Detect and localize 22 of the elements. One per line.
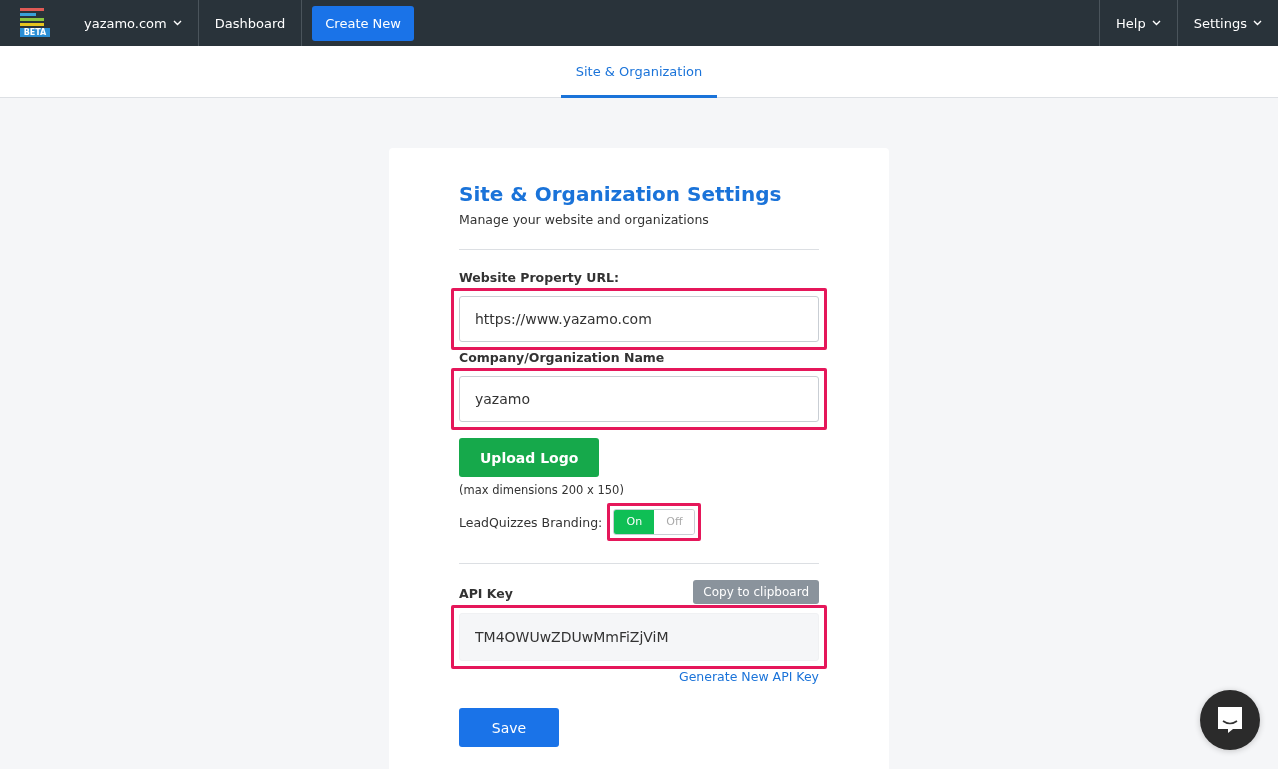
api-key-field[interactable]: TM4OWUwZDUwMmFiZjViM: [459, 613, 819, 661]
page-subtitle: Manage your website and organizations: [459, 212, 710, 227]
upload-logo-button[interactable]: Upload Logo: [459, 438, 600, 477]
caret-icon: [172, 20, 182, 26]
create-new-button[interactable]: Create New: [312, 5, 414, 41]
field-label: Company/Organization Name: [459, 350, 666, 365]
generate-api-key-link[interactable]: Generate New API Key: [679, 669, 819, 684]
chat-bubble-icon: [1215, 705, 1245, 735]
field-label: Website Property URL:: [459, 270, 621, 285]
branding-label: LeadQuizzes Branding:: [459, 514, 603, 530]
save-button[interactable]: Save: [459, 708, 559, 747]
text-input-field[interactable]: yazamo: [459, 376, 819, 422]
upload-note: (max dimensions 200 x 150): [459, 483, 625, 497]
field-label: API Key: [459, 586, 513, 601]
text-input-field[interactable]: https://www.yazamo.com: [459, 296, 819, 342]
caret-icon: [1151, 20, 1161, 26]
copy-to-clipboard-button[interactable]: Copy to clipboard: [693, 580, 819, 604]
chat-launcher-button[interactable]: [1200, 690, 1260, 750]
caret-icon: [1253, 20, 1262, 26]
beta-badge: BETA: [20, 28, 50, 37]
tab[interactable]: Site & Organization: [560, 46, 718, 98]
page-title: Site & Organization Settings: [459, 182, 783, 206]
